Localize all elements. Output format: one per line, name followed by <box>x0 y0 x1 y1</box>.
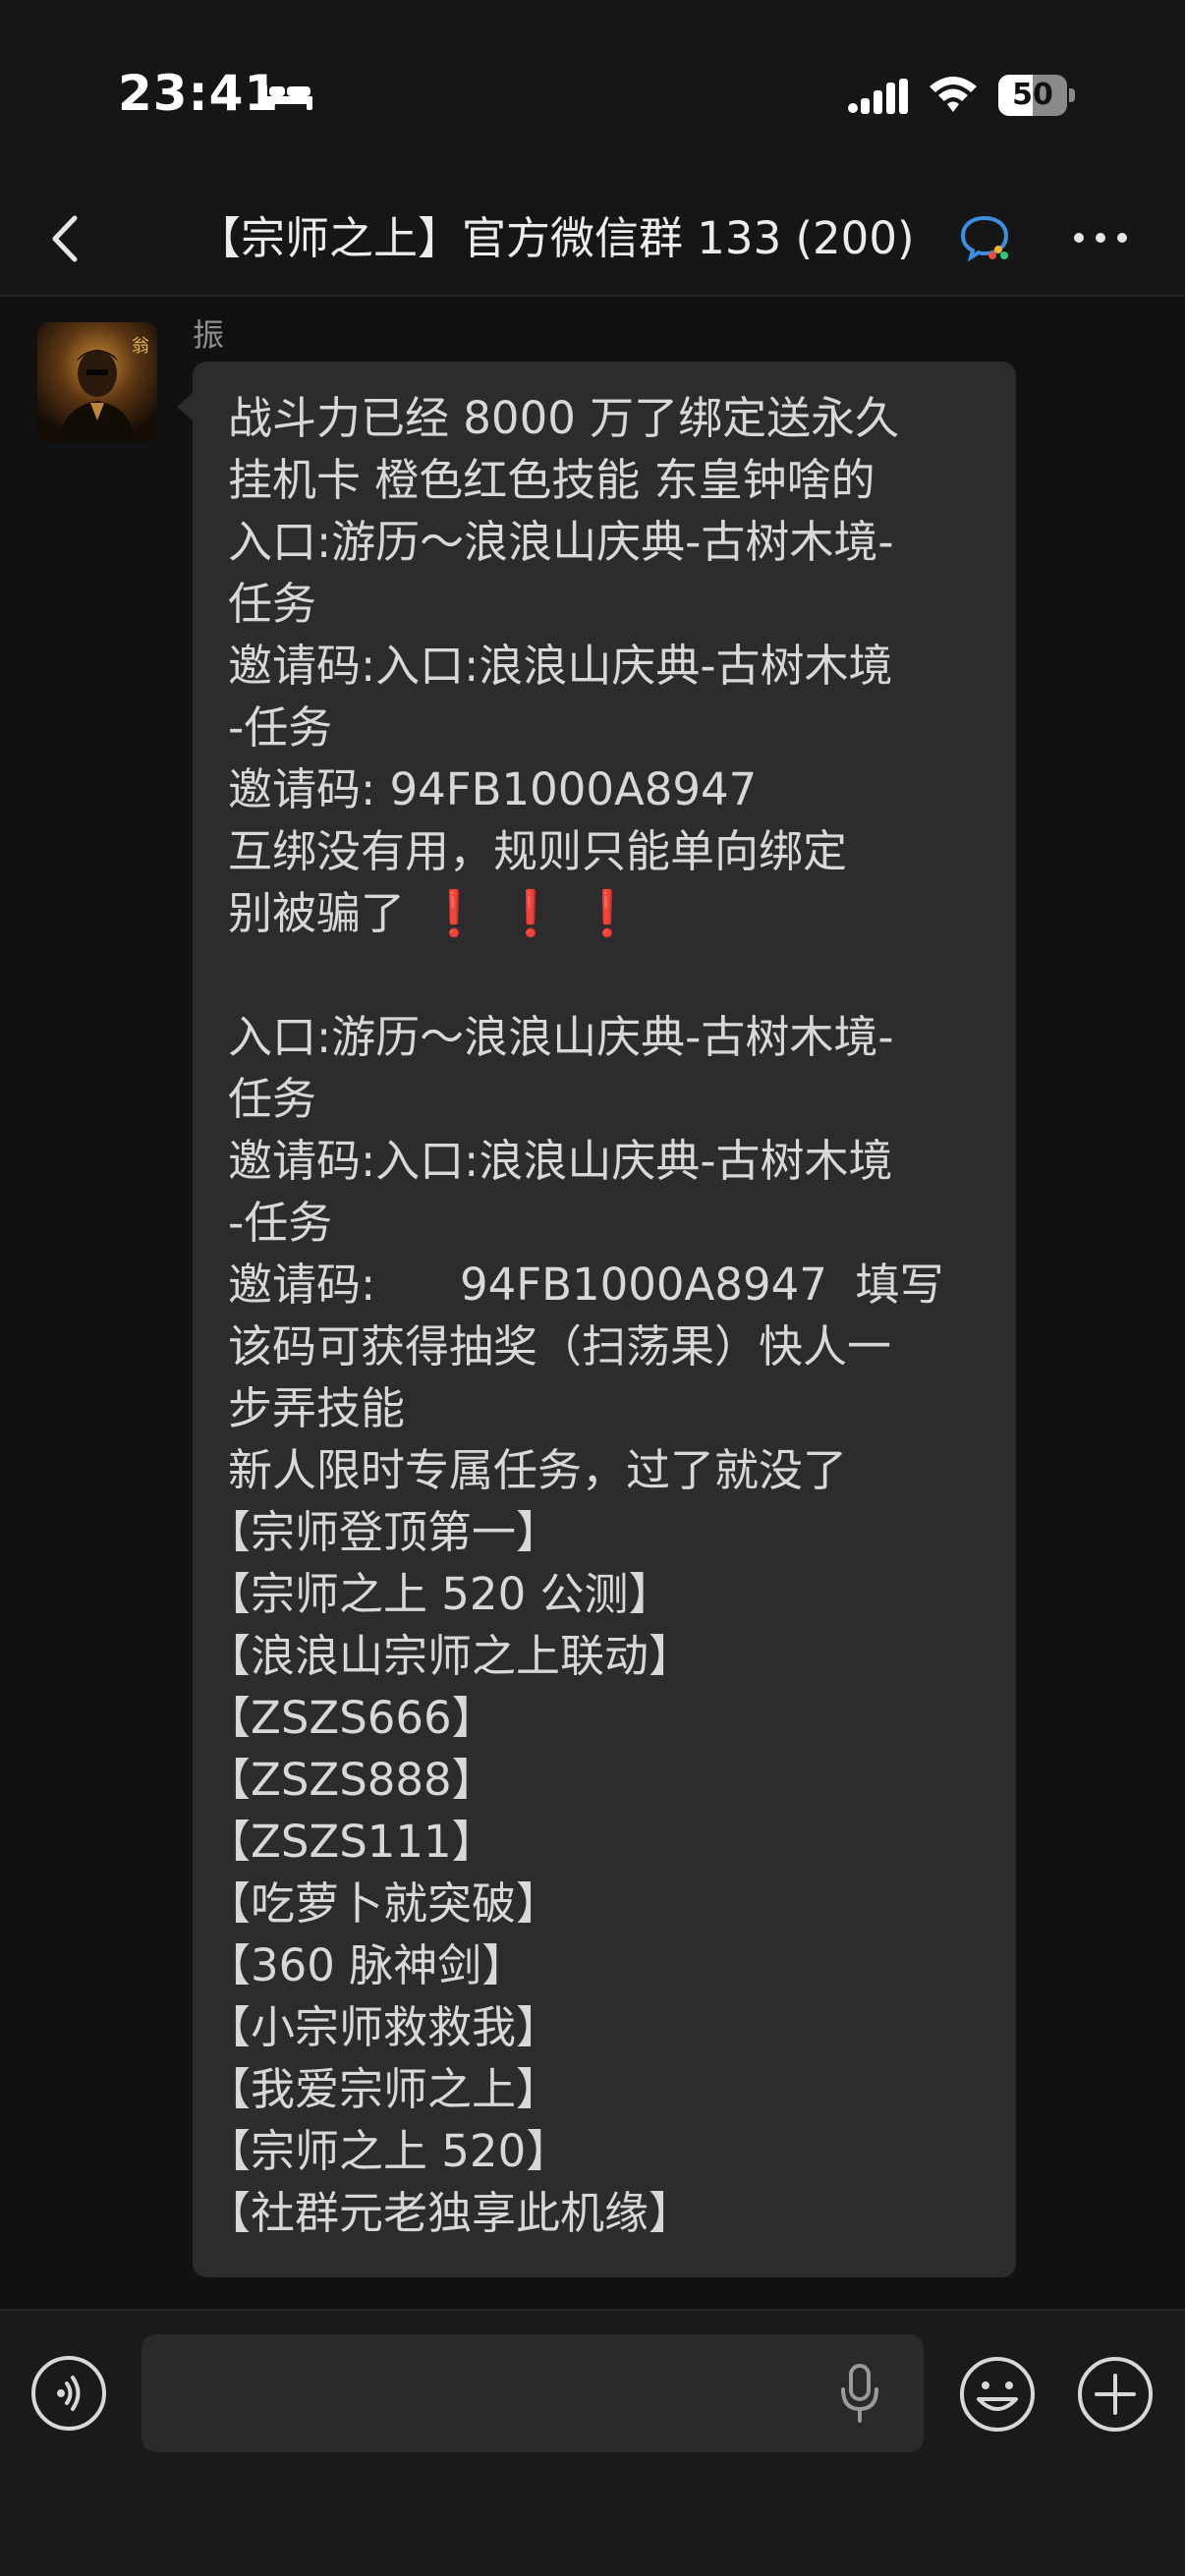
status-time: 23:41 <box>118 65 280 122</box>
message-line: 邀请码:入口:浪浪山庆典-古树木境 <box>228 1135 893 1187</box>
message-line: 新人限时专属任务，过了就没了 <box>228 1444 848 1496</box>
message-line: -任务 <box>228 1197 333 1249</box>
bubble-pointer <box>177 393 193 420</box>
message-text: 战斗力已经 8000 万了绑定送永久 挂机卡 橙色红色技能 东皇钟啥的 入口:游… <box>206 387 1004 2244</box>
plus-circle-icon[interactable] <box>1075 2354 1156 2435</box>
code-line: 【宗师之上 520 公测】 <box>206 1568 673 1620</box>
message-bubble[interactable]: 战斗力已经 8000 万了绑定送永久 挂机卡 橙色红色技能 东皇钟啥的 入口:游… <box>193 362 1016 2277</box>
status-bar: 23:41 50 <box>0 0 1185 187</box>
message-input[interactable] <box>141 2334 924 2452</box>
chat-title[interactable]: 【宗师之上】官方微信群 133 (200) <box>197 204 963 273</box>
voice-wave-icon <box>57 2376 81 2411</box>
code-line: 【社群元老独享此机缘】 <box>206 2187 694 2239</box>
code-line: 【宗师之上 520】 <box>206 2125 571 2177</box>
svg-text:翁: 翁 <box>132 336 149 357</box>
message-line: 挂机卡 橙色红色技能 东皇钟啥的 <box>228 454 875 506</box>
message-line: 该码可获得抽奖（扫荡果）快人一 <box>228 1320 892 1372</box>
smiley-icon[interactable] <box>957 2354 1038 2435</box>
code-line: 【宗师登顶第一】 <box>206 1506 561 1558</box>
code-line: 【ZSZS666】 <box>206 1692 496 1744</box>
sender-avatar[interactable]: 翁 <box>37 322 157 442</box>
code-line: 【小宗师救救我】 <box>206 2001 561 2053</box>
exclamation-icon: ❗ <box>503 887 559 939</box>
message-line: 邀请码: 94FB1000A8947 填写 <box>228 1259 944 1311</box>
message-line: 入口:游历～浪浪山庆典-古树木境- <box>228 516 894 568</box>
battery-icon: 50 <box>998 75 1075 116</box>
sender-name: 振 <box>193 316 225 354</box>
back-chevron-icon[interactable] <box>43 204 86 273</box>
voice-mode-button[interactable] <box>31 2356 106 2431</box>
more-dots-icon[interactable] <box>1071 226 1130 250</box>
chat-header: 【宗师之上】官方微信群 133 (200) <box>0 187 1185 295</box>
message-line-warning: 别被骗了 ❗ ❗ ❗ <box>228 882 1004 944</box>
code-line: 【浪浪山宗师之上联动】 <box>206 1630 694 1682</box>
message-line: 任务 <box>228 578 317 630</box>
code-line: 【ZSZS888】 <box>206 1754 496 1806</box>
warning-text: 别被骗了 <box>228 887 406 939</box>
header-divider <box>0 295 1185 297</box>
cellular-signal-icon <box>848 79 908 114</box>
battery-level: 50 <box>1012 78 1053 112</box>
code-line: 【ZSZS111】 <box>206 1816 496 1868</box>
message-line: 邀请码:入口:浪浪山庆典-古树木境 <box>228 640 893 692</box>
message-line: 互绑没有用，规则只能单向绑定 <box>228 825 848 877</box>
input-bar <box>0 2309 1185 2576</box>
sleep-focus-icon <box>261 84 312 110</box>
message-line: 邀请码: 94FB1000A8947 <box>228 763 758 815</box>
wifi-icon <box>930 77 977 112</box>
message-line: 入口:游历～浪浪山庆典-古树木境- <box>228 1011 894 1063</box>
message-line: 任务 <box>228 1073 317 1125</box>
code-line: 【吃萝卜就突破】 <box>206 1877 561 1930</box>
message-line-blank <box>228 944 1004 1006</box>
message-line: 步弄技能 <box>228 1382 406 1434</box>
exclamation-icon: ❗ <box>580 887 636 939</box>
wecom-chat-icon <box>960 215 1009 261</box>
message-line: -任务 <box>228 701 333 754</box>
exclamation-icon: ❗ <box>426 887 482 939</box>
code-line: 【360 脉神剑】 <box>206 1939 527 1991</box>
microphone-icon[interactable] <box>835 2362 884 2425</box>
chat-screen: 23:41 50 【宗师之上】官方微信群 133 (200) 翁 振 战斗力已经… <box>0 0 1185 2576</box>
code-line: 【我爱宗师之上】 <box>206 2063 561 2115</box>
message-line: 战斗力已经 8000 万了绑定送永久 <box>228 392 900 444</box>
